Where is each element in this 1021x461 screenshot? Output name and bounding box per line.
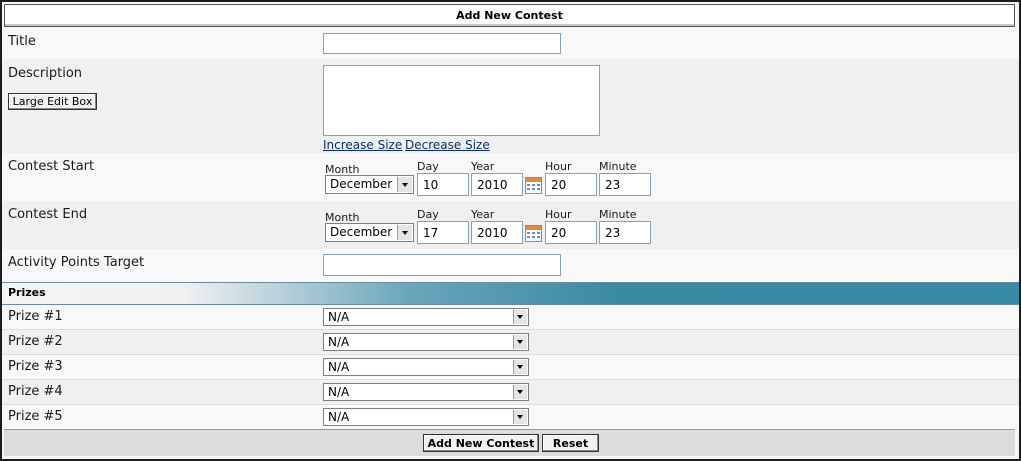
prize-label: Prize #2 (8, 334, 63, 349)
prize-value: N/A (328, 360, 350, 374)
add-new-contest-button[interactable]: Add New Contest (423, 434, 539, 452)
start-minute-label: Minute (599, 160, 637, 173)
prize-value: N/A (328, 310, 350, 324)
start-day-input[interactable]: 10 (417, 173, 469, 196)
prize-value: N/A (328, 335, 350, 349)
prize-label: Prize #4 (8, 384, 63, 399)
prizes-header-label: Prizes (8, 286, 46, 299)
start-minute-input[interactable]: 23 (599, 173, 651, 196)
end-month-value: December (330, 225, 393, 239)
calendar-icon[interactable] (525, 225, 542, 242)
prize-1-select[interactable]: N/A (323, 308, 529, 326)
prize-label: Prize #1 (8, 309, 63, 324)
decrease-size-link[interactable]: Decrease Size (405, 138, 490, 152)
end-minute-input[interactable]: 23 (599, 221, 651, 244)
start-month-select[interactable]: December (325, 175, 414, 194)
end-hour-label: Hour (545, 208, 572, 221)
reset-button[interactable]: Reset (542, 434, 599, 452)
prize-value: N/A (328, 410, 350, 424)
title-row: Title (2, 27, 1019, 59)
end-year-input[interactable]: 2010 (471, 221, 523, 244)
form-footer: Add New Contest Reset (4, 429, 1015, 456)
contest-end-row: Contest End Month Day Year Hour Minute D… (2, 201, 1019, 249)
contest-end-label: Contest End (8, 207, 88, 222)
activity-row: Activity Points Target (2, 249, 1019, 282)
activity-input[interactable] (323, 254, 561, 276)
increase-size-link[interactable]: Increase Size (323, 138, 402, 152)
prize-5-select[interactable]: N/A (323, 408, 529, 426)
start-month-value: December (330, 177, 393, 191)
end-day-label: Day (417, 208, 439, 221)
title-input[interactable] (323, 33, 561, 54)
chevron-down-icon (513, 335, 527, 349)
prize-value: N/A (328, 385, 350, 399)
end-hour-input[interactable]: 20 (545, 221, 597, 244)
chevron-down-icon (513, 410, 527, 424)
prize-row: Prize #4 N/A (2, 380, 1019, 404)
prize-4-select[interactable]: N/A (323, 383, 529, 401)
prizes-header: Prizes (2, 282, 1019, 305)
prize-row: Prize #2 N/A (2, 330, 1019, 354)
prize-label: Prize #5 (8, 409, 63, 424)
prize-3-select[interactable]: N/A (323, 358, 529, 376)
contest-start-label: Contest Start (8, 159, 95, 174)
end-month-select[interactable]: December (325, 223, 414, 242)
start-hour-input[interactable]: 20 (545, 173, 597, 196)
calendar-icon[interactable] (525, 177, 542, 194)
start-day-label: Day (417, 160, 439, 173)
large-edit-box-button[interactable]: Large Edit Box (8, 93, 97, 110)
description-row: Description Large Edit Box Increase Size… (2, 59, 1019, 153)
title-label: Title (8, 34, 36, 49)
description-label: Description (8, 66, 83, 81)
end-day-input[interactable]: 17 (417, 221, 469, 244)
description-textarea[interactable] (323, 65, 600, 136)
end-year-label: Year (471, 208, 495, 221)
end-minute-label: Minute (599, 208, 637, 221)
activity-label: Activity Points Target (8, 255, 145, 270)
chevron-down-icon (513, 310, 527, 324)
form-title: Add New Contest (4, 4, 1015, 27)
prize-row: Prize #1 N/A (2, 305, 1019, 329)
contest-form: Add New Contest Title Description Large … (0, 0, 1021, 461)
prize-row: Prize #5 N/A (2, 405, 1019, 429)
chevron-down-icon (513, 360, 527, 374)
prize-row: Prize #3 N/A (2, 355, 1019, 379)
chevron-down-icon (397, 225, 412, 240)
start-year-input[interactable]: 2010 (471, 173, 523, 196)
chevron-down-icon (397, 177, 412, 192)
contest-start-row: Contest Start Month Day Year Hour Minute… (2, 153, 1019, 201)
start-hour-label: Hour (545, 160, 572, 173)
start-year-label: Year (471, 160, 495, 173)
prize-label: Prize #3 (8, 359, 63, 374)
prize-2-select[interactable]: N/A (323, 333, 529, 351)
chevron-down-icon (513, 385, 527, 399)
